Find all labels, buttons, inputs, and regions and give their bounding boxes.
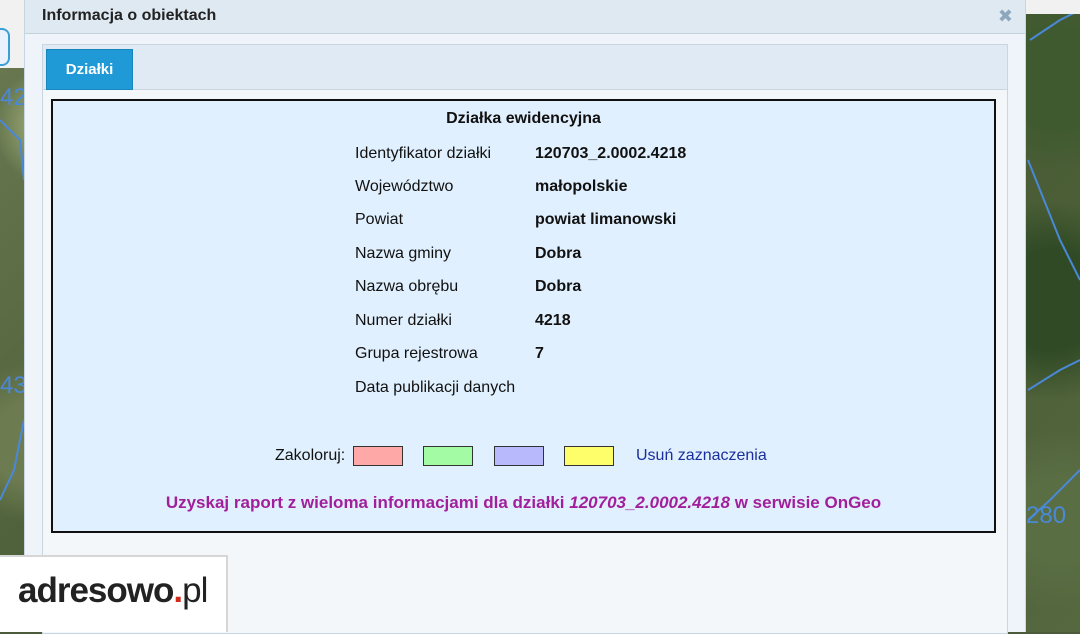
logo-tld: pl <box>182 571 208 610</box>
row-label: Nazwa gminy <box>355 245 452 262</box>
swatch-yellow[interactable] <box>564 446 614 466</box>
row-label: Data publikacji danych <box>355 379 516 396</box>
row-label: Grupa rejestrowa <box>355 345 478 362</box>
logo-text: adresowo.pl <box>18 571 208 611</box>
row-label: Numer działki <box>355 312 452 329</box>
adresowo-logo[interactable]: adresowo.pl <box>0 555 228 632</box>
row-label: Województwo <box>355 178 454 195</box>
row-label: Nazwa obrębu <box>355 278 459 295</box>
tab-strip: Działki <box>43 45 1007 90</box>
row-value: Dobra <box>535 278 582 295</box>
map-parcel-label: 42 <box>0 84 27 111</box>
dialog-title: Informacja o obiektach <box>42 7 217 24</box>
close-icon[interactable]: ✖ <box>998 6 1013 27</box>
row-value: małopolskie <box>535 178 628 195</box>
row-label: Identyfikator działki <box>355 145 492 162</box>
row-value: 4218 <box>535 312 571 329</box>
swatch-red[interactable] <box>353 446 403 466</box>
map-parcel-label: 43 <box>0 372 27 399</box>
tab-dzialki[interactable]: Działki <box>46 49 133 90</box>
clear-selection-link[interactable]: Usuń zaznaczenia <box>636 447 767 465</box>
parcel-info-panel: Działka ewidencyjna Identyfikator działk… <box>51 99 996 533</box>
swatch-green[interactable] <box>423 446 473 466</box>
map-control-button[interactable] <box>0 28 10 66</box>
report-parcel-id: 120703_2.0002.4218 <box>569 493 730 512</box>
panel-title: Działka ewidencyjna <box>446 110 601 127</box>
row-value: powiat limanowski <box>535 211 677 228</box>
report-text-before: Uzyskaj raport z wieloma informacjami dl… <box>165 493 570 512</box>
row-value: Dobra <box>535 245 582 262</box>
swatch-blue[interactable] <box>494 446 544 466</box>
ongeo-report-link[interactable]: Uzyskaj raport z wieloma informacjami dl… <box>53 493 994 513</box>
row-label: Powiat <box>355 211 404 228</box>
logo-main: adresowo <box>18 571 174 610</box>
logo-dot: . <box>173 571 183 610</box>
dialog-header[interactable]: Informacja o obiektach ✖ <box>25 0 1025 34</box>
report-text-after: w serwisie OnGeo <box>729 493 882 512</box>
colorize-label: Zakoloruj: <box>275 447 346 464</box>
row-value: 7 <box>535 345 544 362</box>
row-value: 120703_2.0002.4218 <box>535 145 687 162</box>
map-parcel-label: 280 <box>1026 502 1067 529</box>
map-toolbar-edge <box>1024 0 1080 14</box>
